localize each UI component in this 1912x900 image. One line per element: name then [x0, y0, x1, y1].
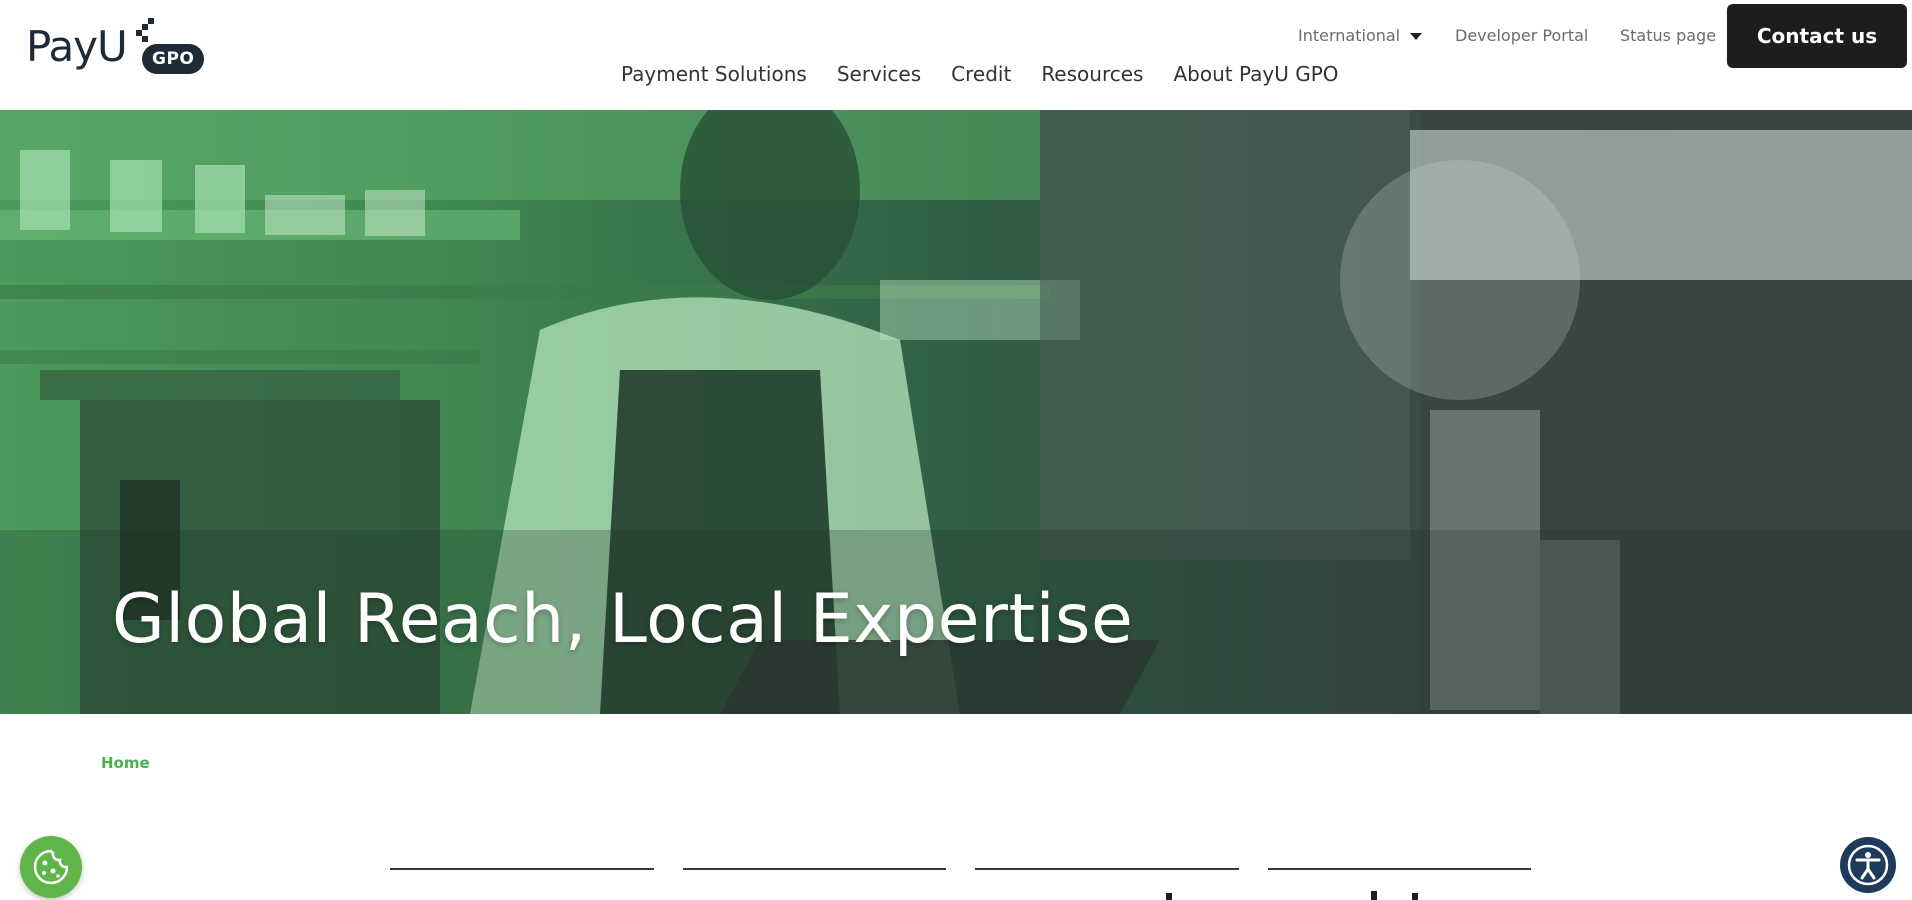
contact-us-button[interactable]: Contact us — [1727, 4, 1907, 68]
cookie-icon — [33, 849, 69, 885]
payu-gpo-logo[interactable]: PayU GPO — [26, 18, 205, 80]
tab-divider-1 — [390, 868, 654, 870]
nav-item-resources[interactable]: Resources — [1041, 60, 1143, 88]
international-label: International — [1298, 26, 1401, 45]
nav-item-services[interactable]: Services — [837, 60, 921, 88]
cookie-settings-button[interactable] — [20, 836, 82, 898]
status-page-link[interactable]: Status page — [1620, 24, 1716, 48]
tab-divider-3 — [975, 868, 1239, 870]
logo-wordmark: PayU — [26, 22, 128, 71]
partial-glyph — [1371, 891, 1377, 900]
partial-glyph — [1412, 893, 1418, 900]
developer-portal-link[interactable]: Developer Portal — [1455, 24, 1588, 48]
accessibility-button[interactable] — [1840, 837, 1896, 893]
international-dropdown[interactable]: International — [1298, 24, 1423, 48]
breadcrumb-home-link[interactable]: Home — [101, 754, 150, 772]
tab-divider-2 — [683, 868, 946, 870]
main-navigation: Payment Solutions Services Credit Resour… — [621, 60, 1339, 88]
partial-glyph — [1166, 893, 1172, 900]
tab-divider-4 — [1268, 868, 1531, 870]
caret-down-icon — [1410, 32, 1423, 40]
nav-item-about-payu-gpo[interactable]: About PayU GPO — [1173, 60, 1338, 88]
hero-banner: Global Reach, Local Expertise — [0, 110, 1912, 714]
logo-badge: GPO — [142, 44, 205, 74]
nav-item-credit[interactable]: Credit — [951, 60, 1011, 88]
accessibility-icon — [1847, 844, 1889, 886]
nav-item-payment-solutions[interactable]: Payment Solutions — [621, 60, 807, 88]
hero-title: Global Reach, Local Expertise — [112, 580, 1134, 659]
site-header: PayU GPO International Developer Portal … — [0, 0, 1912, 110]
logo-dots-icon — [130, 18, 154, 42]
